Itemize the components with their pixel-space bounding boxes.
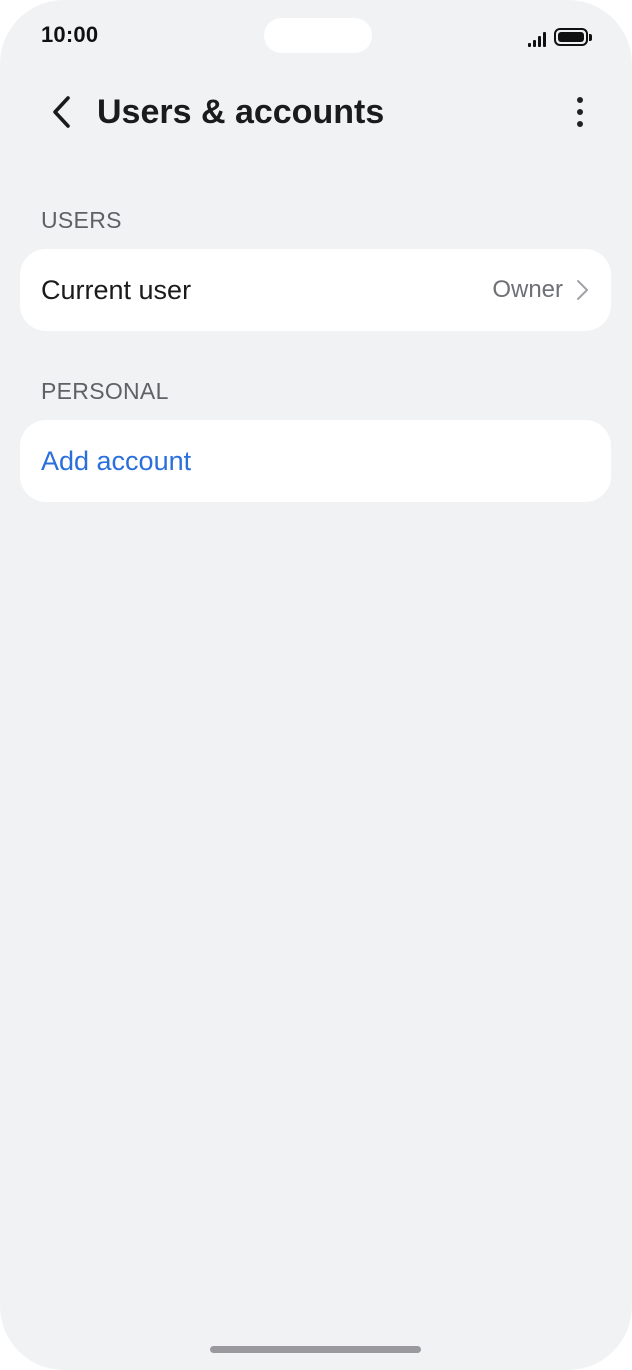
page-title: Users & accounts [97,93,385,131]
status-icons [528,25,592,47]
chevron-left-icon [53,96,70,128]
status-time: 10:00 [41,22,99,47]
current-user-row[interactable]: Current user Owner [20,249,611,331]
camera-notch [264,18,372,53]
battery-icon [554,27,592,47]
add-account-row[interactable]: Add account [20,420,611,502]
section-header-personal: PERSONAL [41,378,169,404]
current-user-value: Owner [492,276,563,303]
chevron-right-icon [575,279,589,301]
more-options-button[interactable] [556,86,604,138]
signal-icon [528,29,546,47]
add-account-label: Add account [41,445,192,476]
more-vertical-icon [577,97,583,103]
phone-screen: 10:00 Users & accounts USERS Current use… [0,0,632,1370]
home-indicator[interactable] [210,1346,421,1353]
back-button[interactable] [36,86,88,138]
section-header-users: USERS [41,207,122,233]
current-user-label: Current user [41,274,192,305]
